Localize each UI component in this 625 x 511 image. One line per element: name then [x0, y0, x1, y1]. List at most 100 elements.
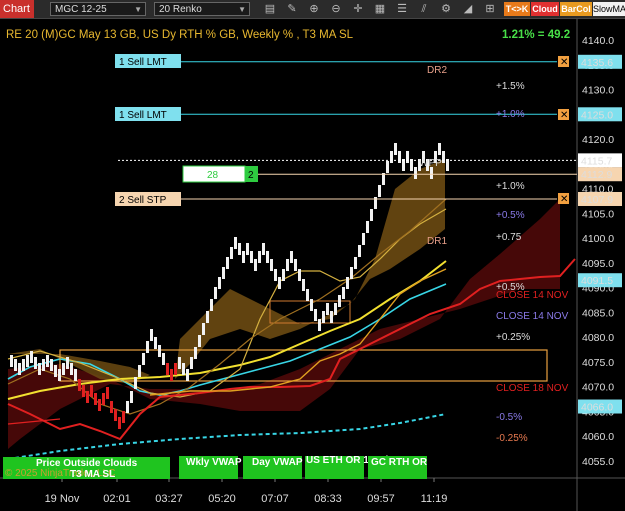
- renko-brick: [366, 221, 369, 233]
- chevron-down-icon: ▼: [238, 5, 246, 14]
- renko-brick: [262, 243, 265, 255]
- cancel-order-x-3[interactable]: ✕: [558, 193, 569, 205]
- renko-brick: [146, 341, 149, 353]
- chart-tab[interactable]: Chart: [0, 0, 34, 18]
- price-tick-label: 4140.0: [582, 35, 614, 47]
- cancel-order-x-2[interactable]: ✕: [558, 109, 569, 121]
- renko-brick: [74, 369, 77, 381]
- renko-brick: [38, 363, 41, 375]
- renko-brick: [122, 411, 125, 423]
- renko-brick: [22, 359, 25, 371]
- renko-brick: [18, 363, 21, 375]
- bar-type-icon[interactable]: ▤: [262, 1, 278, 17]
- price-tick-label: 4095.0: [582, 258, 614, 270]
- sell-stop-order[interactable]: 2 Sell STP: [115, 192, 181, 206]
- price-tick-label: 4070.0: [582, 382, 614, 394]
- renko-brick: [234, 237, 237, 249]
- renko-brick: [230, 247, 233, 259]
- price-chart[interactable]: RE 20 (M)GC May 13 GB, US Dy RTH % GB, W…: [0, 19, 625, 511]
- properties-icon[interactable]: ☰: [394, 1, 410, 17]
- price-tick-label: 4100.0: [582, 233, 614, 245]
- renko-brick: [202, 323, 205, 335]
- time-tick-label: 05:20: [208, 493, 236, 505]
- price-tick-label: 4055.0: [582, 456, 614, 468]
- plus-0-5-weekly-label: +0.5%: [496, 210, 525, 221]
- renko-brick: [178, 357, 181, 369]
- renko-brick: [290, 251, 293, 263]
- instrument-value: MGC 12-25: [55, 4, 107, 15]
- price-tick-label: 4120.0: [582, 134, 614, 146]
- renko-brick: [258, 251, 261, 263]
- slowma-toggle[interactable]: SlowMA: [593, 2, 625, 16]
- renko-brick: [126, 401, 129, 413]
- position-qty[interactable]: 28 2: [182, 165, 258, 183]
- renko-brick: [342, 287, 345, 299]
- price-tick-label: 4130.0: [582, 85, 614, 97]
- renko-brick: [254, 259, 257, 271]
- price-tick-label: 4060.0: [582, 431, 614, 443]
- renko-brick: [214, 287, 217, 299]
- renko-brick: [386, 161, 389, 173]
- pencil-icon[interactable]: ✎: [284, 1, 300, 17]
- renko-brick: [114, 409, 117, 421]
- position-qty-value: 28: [207, 170, 219, 181]
- zoom-out-icon[interactable]: ⊖: [328, 1, 344, 17]
- interval-selector[interactable]: 20 Renko ▼: [154, 2, 250, 16]
- time-tick-label: 08:33: [314, 493, 342, 505]
- crosshair-icon[interactable]: ✛: [350, 1, 366, 17]
- renko-brick: [194, 347, 197, 359]
- gc-rth-or-button[interactable]: GC RTH OR: [368, 456, 428, 479]
- renko-brick: [406, 151, 409, 163]
- renko-brick: [86, 391, 89, 403]
- barcol-toggle[interactable]: BarCol: [560, 2, 592, 16]
- drawing-icon[interactable]: ◢: [460, 1, 476, 17]
- minus-0-5-label: -0.5%: [496, 412, 522, 423]
- cancel-order-x-1[interactable]: ✕: [558, 56, 569, 68]
- price-tag-label: 4135.6: [581, 57, 613, 69]
- renko-brick: [330, 311, 333, 323]
- renko-brick: [166, 363, 169, 375]
- price-tick-label: 4085.0: [582, 307, 614, 319]
- grid-icon[interactable]: ⊞: [482, 1, 498, 17]
- indicators-icon[interactable]: ⫽: [416, 1, 432, 17]
- renko-brick: [150, 329, 153, 341]
- renko-brick: [54, 365, 57, 377]
- sell-limit-order-2[interactable]: 1 Sell LMT: [115, 107, 181, 121]
- sell-limit-label-1: 1 Sell LMT: [119, 57, 167, 68]
- renko-brick: [354, 257, 357, 269]
- renko-brick: [138, 365, 141, 377]
- renko-brick: [118, 417, 121, 429]
- time-tick-label: 19 Nov: [45, 493, 80, 505]
- renko-brick: [242, 251, 245, 263]
- renko-brick: [66, 357, 69, 369]
- renko-brick: [70, 363, 73, 375]
- renko-brick: [398, 151, 401, 163]
- price-tag-label: 4066.0: [581, 402, 613, 414]
- renko-brick: [94, 393, 97, 405]
- tk-toggle[interactable]: T<>K: [504, 2, 530, 16]
- weekly-vwap-button[interactable]: Wkly VWAP: [179, 456, 242, 479]
- plus-0-25-label: +0.25%: [496, 332, 530, 343]
- sell-limit-order-1[interactable]: 1 Sell LMT: [115, 54, 181, 68]
- renko-brick: [238, 243, 241, 255]
- strategies-icon[interactable]: ⚙: [438, 1, 454, 17]
- renko-brick: [282, 269, 285, 281]
- renko-brick: [134, 377, 137, 389]
- renko-brick: [58, 369, 61, 381]
- templates-icon[interactable]: ▦: [372, 1, 388, 17]
- instrument-selector[interactable]: MGC 12-25 ▼: [50, 2, 146, 16]
- day-vwap-button[interactable]: Day VWAP: [243, 456, 303, 479]
- chevron-down-icon: ▼: [134, 5, 142, 14]
- plus-1-5-label: +1.5%: [496, 81, 525, 92]
- renko-brick: [106, 387, 109, 399]
- renko-brick: [362, 233, 365, 245]
- renko-brick: [286, 259, 289, 271]
- chart-toolbar: Chart MGC 12-25 ▼ 20 Renko ▼ ▤ ✎ ⊕ ⊖ ✛ ▦…: [0, 0, 625, 19]
- cloud-toggle[interactable]: Cloud: [531, 2, 559, 16]
- time-tick-label: 02:01: [103, 493, 131, 505]
- time-tick-label: 07:07: [261, 493, 289, 505]
- renko-brick: [46, 355, 49, 367]
- renko-brick: [14, 359, 17, 371]
- zoom-in-icon[interactable]: ⊕: [306, 1, 322, 17]
- price-tick-label: 4080.0: [582, 332, 614, 344]
